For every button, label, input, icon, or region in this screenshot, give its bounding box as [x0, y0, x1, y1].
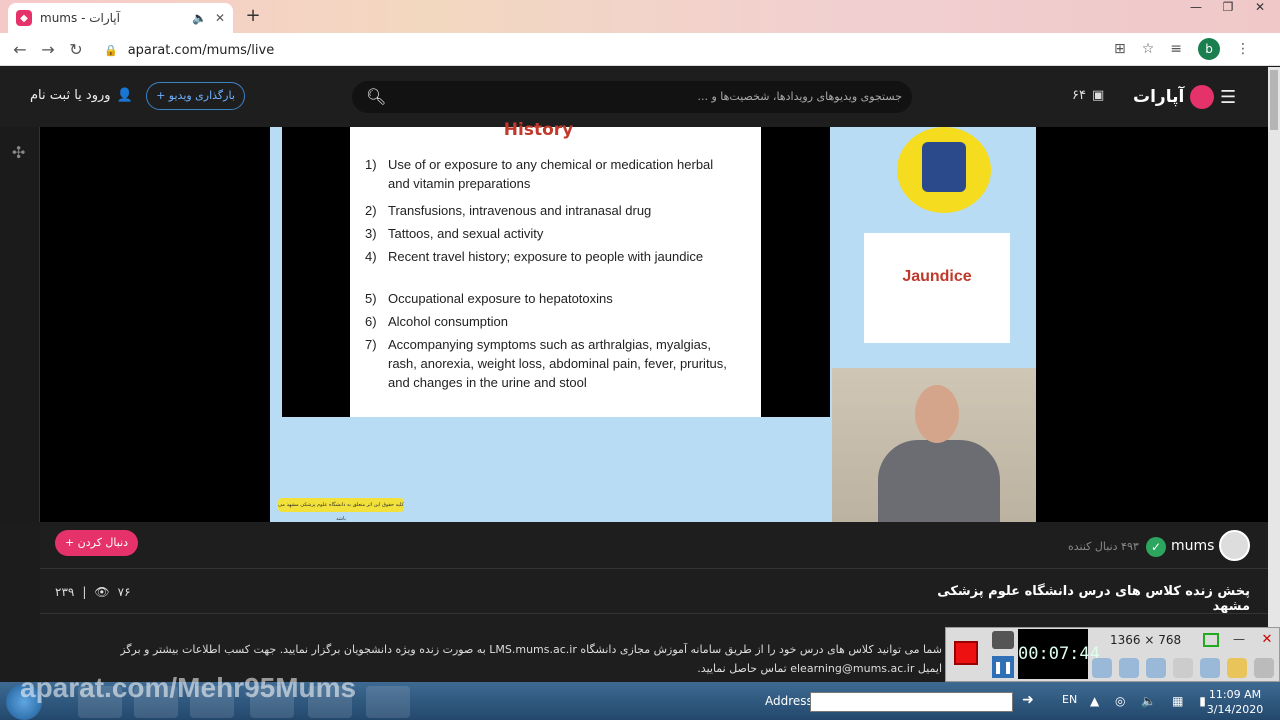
description-line: شما می توانید کلاس های درس خود را از طری…	[120, 643, 942, 656]
divider	[40, 568, 1268, 569]
menu-dots-icon[interactable]: ⋮	[1236, 41, 1250, 57]
login-label: ورود یا ثبت نام	[30, 88, 111, 103]
translate-icon[interactable]: ⊞	[1114, 41, 1126, 57]
live-counter[interactable]: ۶۴ ▣	[1072, 88, 1104, 103]
slide-item: 6) Alcohol consumption	[365, 314, 508, 329]
divider	[40, 613, 1268, 614]
copyright-notice: کلیه حقوق این اثر متعلق به دانشگاه علوم …	[278, 498, 404, 522]
logo-text: آپارات	[1133, 87, 1185, 107]
watermark: aparat.com/Mehr95Mums	[20, 672, 357, 703]
recorder-app-icon[interactable]	[366, 686, 410, 718]
profile-avatar[interactable]: b	[1198, 38, 1220, 60]
taskbar-clock[interactable]: 11:09 AM 3/14/2020	[1205, 687, 1265, 717]
slide-item: 1) Use of or exposure to any chemical or …	[365, 157, 714, 191]
close-window-icon[interactable]: ✕	[1248, 0, 1272, 18]
slide-item: 3) Tattoos, and sexual activity	[365, 226, 544, 241]
gamepad-icon[interactable]: ✣	[12, 143, 25, 162]
speaker-icon[interactable]: 🔈	[192, 11, 207, 25]
language-indicator[interactable]: EN	[1062, 693, 1077, 706]
aparat-logo[interactable]: آپارات	[1133, 85, 1215, 109]
settings-gear-icon[interactable]	[1254, 658, 1274, 678]
clock-time: 11:09 AM	[1208, 688, 1262, 701]
search-input[interactable]: جستجوی ویدیوهای رویدادها، شخصیت‌ها و ...	[690, 90, 902, 103]
slide-item: 7) Accompanying symptoms such as arthralg…	[365, 337, 727, 390]
login-link[interactable]: ورود یا ثبت نام 👤	[30, 88, 133, 103]
pen-icon[interactable]	[1200, 658, 1220, 678]
scrollbar[interactable]	[1268, 67, 1280, 682]
webcam-icon[interactable]	[1146, 658, 1166, 678]
close-tab-icon[interactable]: ✕	[215, 11, 225, 25]
address-toolbar-label: Address	[765, 694, 813, 708]
screen-icon: ▣	[1091, 88, 1105, 103]
presenter-head	[915, 385, 959, 443]
recorder-minimize-icon[interactable]: —	[1230, 632, 1248, 648]
stats-separator: |	[82, 585, 87, 599]
channel-avatar[interactable]	[1219, 530, 1250, 561]
url-text: aparat.com/mums/live	[127, 42, 275, 58]
counter-value: ۶۴	[1072, 88, 1086, 103]
left-rail	[0, 127, 40, 522]
video-title: پخش زنده کلاس های درس دانشگاه علوم پزشکی…	[937, 584, 1250, 614]
followers-count: ۴۹۳ دنبال کننده	[1068, 540, 1139, 553]
microphone-icon[interactable]	[1119, 658, 1139, 678]
upload-video-button[interactable]: + بارگذاری ویدیو	[146, 82, 245, 110]
window-controls: — ❐ ✕	[1184, 0, 1272, 18]
channel-name[interactable]: mums	[1171, 538, 1214, 554]
count-value: ۲۳۹	[55, 585, 75, 599]
camera-icon[interactable]	[992, 631, 1014, 649]
lock-icon: 🔒	[104, 43, 118, 57]
address-bar[interactable]: 🔒 aparat.com/mums/live	[104, 37, 1104, 63]
minimize-icon[interactable]: —	[1184, 0, 1208, 18]
aparat-favicon-icon: ◆	[16, 10, 32, 26]
media-list-icon[interactable]: ≡	[1170, 41, 1182, 57]
topic-box	[864, 233, 1010, 343]
clock-date: 3/14/2020	[1206, 703, 1264, 716]
bookmark-star-icon[interactable]: ☆	[1142, 41, 1155, 57]
go-arrow-icon[interactable]: ➜	[1018, 692, 1038, 712]
pause-button[interactable]: ❚❚	[992, 656, 1014, 678]
folder-icon[interactable]	[1227, 658, 1247, 678]
video-stats: ۲۳۹ | 👁 ۷۶	[55, 585, 131, 599]
hamburger-menu-icon[interactable]: ☰	[1220, 87, 1236, 108]
eye-icon: 👁	[94, 585, 110, 599]
recording-timer: 00:07:44	[1018, 629, 1100, 679]
record-stop-button[interactable]	[954, 641, 978, 665]
system-tray[interactable]: ▲ ◎ 🔈 ▦ ▮	[1090, 694, 1212, 708]
speaker-icon[interactable]	[1092, 658, 1112, 678]
slide-item: 2) Transfusions, intravenous and intranas…	[365, 203, 652, 218]
presenter-body	[878, 440, 1000, 522]
reload-icon[interactable]: ↻	[62, 40, 90, 59]
aparat-logo-icon	[1190, 85, 1215, 109]
address-toolbar-input[interactable]	[810, 692, 1013, 712]
seal-emblem-icon	[922, 142, 966, 192]
slide-item: 4) Recent travel history; exposure to peo…	[365, 249, 704, 264]
user-icon: 👤	[116, 88, 133, 103]
toolbar-actions: ⊞ ☆ ≡ b ⋮	[1114, 38, 1250, 60]
forward-icon[interactable]: →	[34, 40, 62, 59]
new-tab-button[interactable]: +	[242, 6, 264, 28]
topic-label: Jaundice	[902, 268, 972, 285]
browser-tab[interactable]: ◆ آپارات - mums 🔈 ✕	[8, 3, 233, 33]
back-icon[interactable]: ←	[6, 40, 34, 59]
search-icon[interactable]: 🔍︎	[366, 87, 386, 106]
follow-button[interactable]: + دنبال کردن	[55, 530, 138, 556]
slide-item: 5) Occupational exposure to hepatotoxins	[365, 291, 613, 306]
restore-icon[interactable]: ❐	[1216, 0, 1240, 18]
recording-resolution[interactable]: 1366 × 768	[1110, 633, 1181, 647]
region-icon[interactable]	[1203, 633, 1219, 647]
recorder-close-icon[interactable]: ✕	[1258, 632, 1276, 648]
verified-icon: ✓	[1146, 537, 1166, 557]
tab-title: آپارات - mums	[40, 11, 120, 25]
views-value: ۷۶	[117, 585, 131, 599]
cursor-icon[interactable]	[1173, 658, 1193, 678]
scrollbar-thumb[interactable]	[1270, 70, 1278, 130]
slide-title: History	[503, 120, 574, 140]
